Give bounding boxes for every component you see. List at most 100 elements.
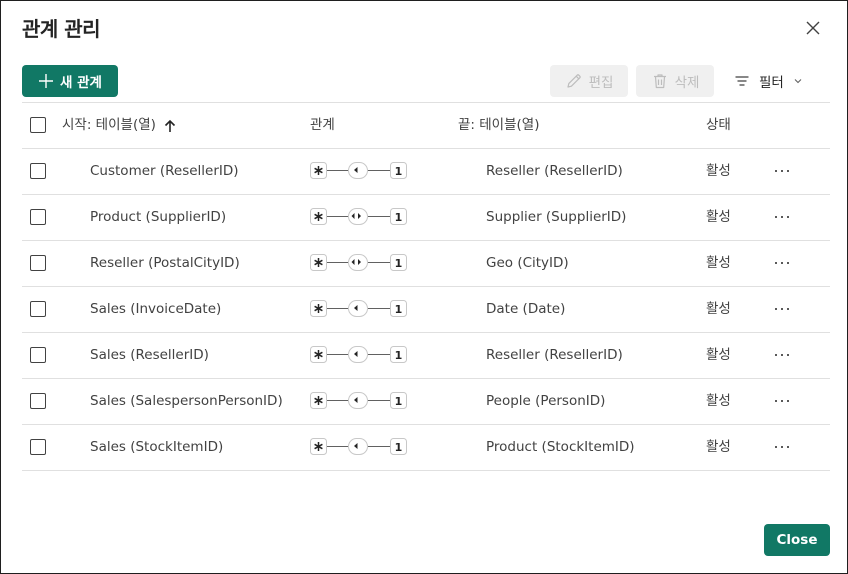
from-cell: Product (SupplierID) [90,209,227,225]
relationships-table: 시작: 테이블(열) 관계 끝: 테이블(열) 상태 Customer (Res… [22,102,830,471]
state-cell: 활성 [706,301,731,317]
more-horizontal-icon [787,262,789,264]
more-horizontal-icon [781,308,783,310]
table-row[interactable]: Product (SupplierID) 1 Supplier (SupplierI… [22,195,830,241]
column-header-to[interactable]: 끝: 테이블(열) [458,103,539,148]
more-options-button[interactable] [774,258,790,268]
cardinality-many-to-one-icon: 1 [310,346,407,363]
new-relationship-label: 새 관계 [60,75,102,91]
table-row[interactable]: Sales (SalespersonPersonID) 1 People (Pers… [22,379,830,425]
row-checkbox[interactable] [30,301,46,317]
from-cell: Sales (StockItemID) [90,439,224,455]
table-header: 시작: 테이블(열) 관계 끝: 테이블(열) 상태 [22,102,830,149]
delete-label: 삭제 [674,75,700,91]
chevron-down-icon [794,79,802,84]
edit-button[interactable]: 편집 [550,65,628,97]
more-horizontal-icon [787,400,789,402]
more-horizontal-icon [787,354,789,356]
more-horizontal-icon [775,446,777,448]
row-checkbox[interactable] [30,255,46,271]
relationship-cell: 1 [310,346,410,366]
more-horizontal-icon [787,308,789,310]
more-horizontal-icon [775,354,777,356]
cardinality-many-to-one-icon: 1 [310,162,407,179]
to-cell: People (PersonID) [486,393,606,409]
column-header-state[interactable]: 상태 [706,103,731,148]
to-cell: Product (StockItemID) [486,439,635,455]
filter-label: 필터 [759,75,784,91]
column-header-relationship[interactable]: 관계 [310,103,335,148]
more-horizontal-icon [781,170,783,172]
from-cell: Customer (ResellerID) [90,163,239,179]
more-horizontal-icon [775,308,777,310]
plus-icon [39,74,54,88]
more-horizontal-icon [787,216,789,218]
arrow-up-icon [164,119,175,132]
state-cell: 활성 [706,163,731,179]
more-options-button[interactable] [774,304,790,314]
state-cell: 활성 [706,439,731,455]
more-horizontal-icon [781,400,783,402]
manage-relationships-dialog: 관계 관리 새 관계 편집 삭제 필터 시작: 테이블(열) 관계 끝: 테이블… [0,0,848,574]
more-horizontal-icon [781,216,783,218]
column-header-from[interactable]: 시작: 테이블(열) [62,103,176,148]
from-cell: Sales (InvoiceDate) [90,301,222,317]
more-options-button[interactable] [774,166,790,176]
filter-icon [735,76,749,86]
relationship-cell: 1 [310,162,410,182]
table-row[interactable]: Sales (ResellerID) 1 Reseller (ResellerID)… [22,333,830,379]
more-options-button[interactable] [774,442,790,452]
cardinality-many-to-one-icon: 1 [310,254,407,271]
state-cell: 활성 [706,347,731,363]
cardinality-many-to-one-icon: 1 [310,392,407,409]
more-horizontal-icon [787,170,789,172]
more-horizontal-icon [781,262,783,264]
more-options-button[interactable] [774,212,790,222]
delete-button[interactable]: 삭제 [636,65,714,97]
table-row[interactable]: Sales (StockItemID) 1 Product (StockItemID… [22,425,830,471]
trash-icon [653,74,666,89]
dialog-title: 관계 관리 [22,17,101,41]
relationship-cell: 1 [310,208,410,228]
new-relationship-button[interactable]: 새 관계 [22,65,118,97]
svg-text:1: 1 [395,441,403,454]
close-button[interactable]: Close [764,524,830,556]
relationship-cell: 1 [310,438,410,458]
row-checkbox[interactable] [30,163,46,179]
table-row[interactable]: Reseller (PostalCityID) 1 Geo (CityID) 활성 [22,241,830,287]
cardinality-many-to-one-icon: 1 [310,300,407,317]
table-row[interactable]: Customer (ResellerID) 1 Reseller (Reseller… [22,149,830,195]
row-checkbox[interactable] [30,439,46,455]
row-checkbox[interactable] [30,347,46,363]
select-all-checkbox[interactable] [30,117,46,133]
filter-button[interactable]: 필터 [733,65,804,97]
more-horizontal-icon [775,216,777,218]
to-cell: Date (Date) [486,301,566,317]
row-checkbox[interactable] [30,209,46,225]
svg-text:1: 1 [395,395,403,408]
svg-text:1: 1 [395,211,403,224]
relationship-cell: 1 [310,254,410,274]
more-horizontal-icon [775,400,777,402]
more-options-button[interactable] [774,396,790,406]
svg-text:1: 1 [395,349,403,362]
row-checkbox[interactable] [30,393,46,409]
table-row[interactable]: Sales (InvoiceDate) 1 Date (Date) 활성 [22,287,830,333]
from-cell: Sales (SalespersonPersonID) [90,393,283,409]
state-cell: 활성 [706,209,731,225]
relationship-cell: 1 [310,392,410,412]
more-horizontal-icon [787,446,789,448]
pencil-icon [566,74,581,88]
cardinality-many-to-one-icon: 1 [310,438,407,455]
state-cell: 활성 [706,393,731,409]
more-options-button[interactable] [774,350,790,360]
more-horizontal-icon [781,354,783,356]
from-header-label: 시작: 테이블(열) [62,117,156,133]
svg-text:1: 1 [395,165,403,178]
state-cell: 활성 [706,255,731,271]
svg-text:1: 1 [395,257,403,270]
close-dialog-button[interactable] [801,16,825,40]
edit-label: 편집 [588,75,614,91]
cardinality-many-to-one-icon: 1 [310,208,407,225]
more-horizontal-icon [775,170,777,172]
